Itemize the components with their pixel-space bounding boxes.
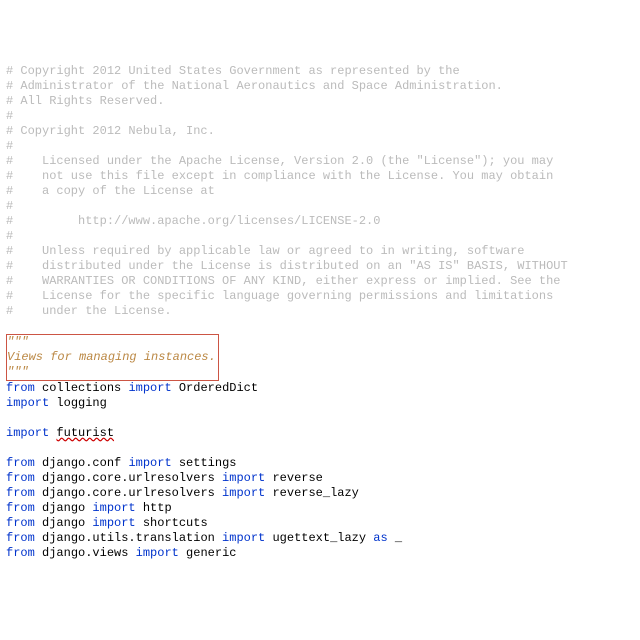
code-line: import futurist bbox=[6, 426, 634, 441]
keyword-import: import bbox=[222, 486, 265, 500]
spell-warning: futurist bbox=[56, 426, 114, 440]
comment-line: # bbox=[6, 199, 634, 214]
code-line: from django import http bbox=[6, 501, 634, 516]
code-line: from django.utils.translation import uge… bbox=[6, 531, 634, 546]
module-name: django.conf bbox=[35, 456, 129, 470]
import-name: reverse_lazy bbox=[265, 486, 359, 500]
module-name: django.utils.translation bbox=[35, 531, 222, 545]
keyword-import: import bbox=[222, 531, 265, 545]
code-line: from django import shortcuts bbox=[6, 516, 634, 531]
keyword-from: from bbox=[6, 546, 35, 560]
keyword-from: from bbox=[6, 486, 35, 500]
keyword-import: import bbox=[222, 471, 265, 485]
selection-box: """Views for managing instances.""" bbox=[6, 334, 219, 381]
module-name: django.core.urlresolvers bbox=[35, 486, 222, 500]
comment-line: # bbox=[6, 109, 634, 124]
comment-line: # Copyright 2012 Nebula, Inc. bbox=[6, 124, 634, 139]
comment-line: # under the License. bbox=[6, 304, 634, 319]
comment-line: # http://www.apache.org/licenses/LICENSE… bbox=[6, 214, 634, 229]
blank-line bbox=[6, 319, 634, 334]
module-name: django bbox=[35, 516, 93, 530]
keyword-import: import bbox=[128, 381, 171, 395]
code-line: from collections import OrderedDict bbox=[6, 381, 634, 396]
keyword-from: from bbox=[6, 501, 35, 515]
module-name: collections bbox=[35, 381, 129, 395]
import-name: http bbox=[136, 501, 172, 515]
keyword-as: as bbox=[373, 531, 387, 545]
blank-line bbox=[6, 441, 634, 456]
comment-line: # Administrator of the National Aeronaut… bbox=[6, 79, 634, 94]
keyword-from: from bbox=[6, 516, 35, 530]
comment-line: # distributed under the License is distr… bbox=[6, 259, 634, 274]
module-name: django.core.urlresolvers bbox=[35, 471, 222, 485]
comment-line: # Unless required by applicable law or a… bbox=[6, 244, 634, 259]
import-name: shortcuts bbox=[136, 516, 208, 530]
code-viewer: # Copyright 2012 United States Governmen… bbox=[6, 64, 634, 561]
comment-line: # bbox=[6, 139, 634, 154]
code-line: from django.core.urlresolvers import rev… bbox=[6, 486, 634, 501]
import-name: settings bbox=[172, 456, 237, 470]
keyword-from: from bbox=[6, 381, 35, 395]
import-name: reverse bbox=[265, 471, 323, 485]
keyword-from: from bbox=[6, 456, 35, 470]
keyword-from: from bbox=[6, 531, 35, 545]
comment-line: # Licensed under the Apache License, Ver… bbox=[6, 154, 634, 169]
code-line: from django.core.urlresolvers import rev… bbox=[6, 471, 634, 486]
docstring-open: """ bbox=[7, 335, 216, 350]
comment-line: # bbox=[6, 229, 634, 244]
comment-line: # not use this file except in compliance… bbox=[6, 169, 634, 184]
module-name: django.views bbox=[35, 546, 136, 560]
keyword-import: import bbox=[6, 396, 49, 410]
import-alias: _ bbox=[388, 531, 402, 545]
import-name: ugettext_lazy bbox=[265, 531, 373, 545]
keyword-import: import bbox=[92, 501, 135, 515]
keyword-import: import bbox=[136, 546, 179, 560]
comment-line: # Copyright 2012 United States Governmen… bbox=[6, 64, 634, 79]
docstring-close: """ bbox=[7, 365, 216, 380]
blank-line bbox=[6, 411, 634, 426]
import-name: logging bbox=[49, 396, 107, 410]
comment-line: # WARRANTIES OR CONDITIONS OF ANY KIND, … bbox=[6, 274, 634, 289]
module-name: django bbox=[35, 501, 93, 515]
keyword-from: from bbox=[6, 471, 35, 485]
keyword-import: import bbox=[128, 456, 171, 470]
import-name: OrderedDict bbox=[172, 381, 258, 395]
comment-line: # All Rights Reserved. bbox=[6, 94, 634, 109]
docstring-body: Views for managing instances. bbox=[7, 350, 216, 365]
keyword-import: import bbox=[92, 516, 135, 530]
import-name: generic bbox=[179, 546, 237, 560]
keyword-import: import bbox=[6, 426, 49, 440]
import-name: futurist bbox=[49, 426, 114, 440]
comment-line: # a copy of the License at bbox=[6, 184, 634, 199]
comment-line: # License for the specific language gove… bbox=[6, 289, 634, 304]
code-line: import logging bbox=[6, 396, 634, 411]
code-line: from django.conf import settings bbox=[6, 456, 634, 471]
code-line: from django.views import generic bbox=[6, 546, 634, 561]
